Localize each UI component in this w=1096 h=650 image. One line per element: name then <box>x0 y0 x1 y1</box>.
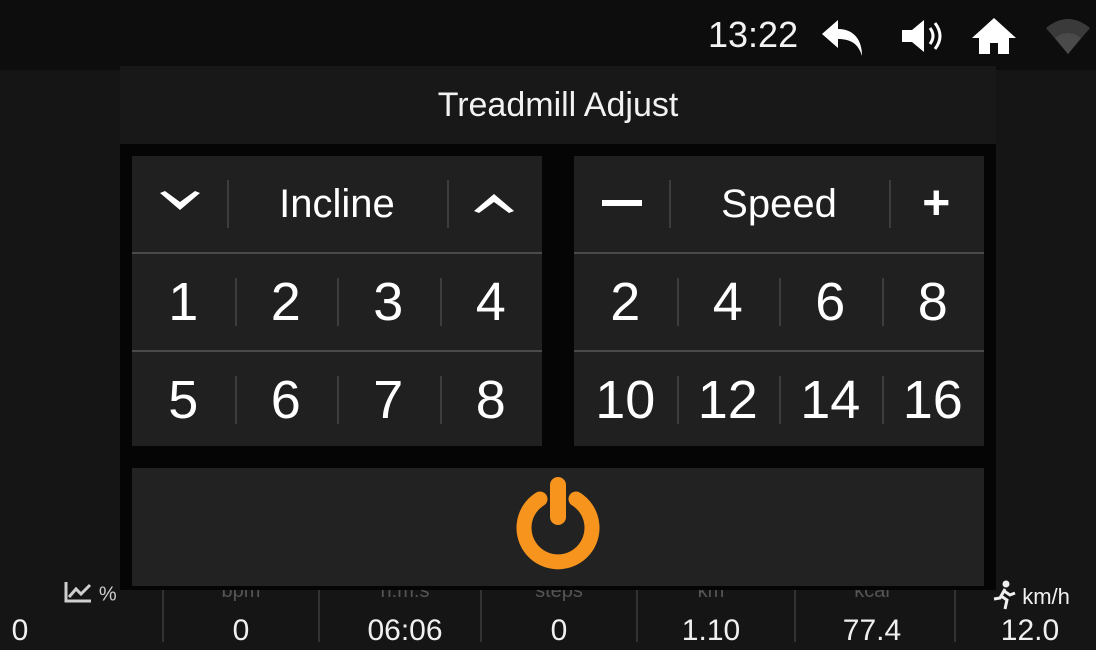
incline-preset-button[interactable]: 1 <box>132 254 235 350</box>
dialog-header: Treadmill Adjust <box>120 66 996 144</box>
chevron-down-icon <box>157 188 203 221</box>
plus-icon: + <box>922 177 951 230</box>
speed-preset-button[interactable]: 2 <box>574 254 677 350</box>
speed-preset-value: 2 <box>610 272 641 332</box>
incline-label-cell: Incline <box>227 156 446 252</box>
volume-icon[interactable] <box>900 16 948 56</box>
minus-icon <box>601 195 642 213</box>
incline-label: Incline <box>279 181 395 226</box>
stat-heart-rate-value: 0 <box>232 614 250 647</box>
incline-panel: Incline 1 2 3 4 5 6 7 8 <box>132 156 542 446</box>
speed-preset-value: 16 <box>902 370 963 430</box>
stat-distance-value: 1.10 <box>681 614 741 647</box>
speed-preset-value: 8 <box>917 272 948 332</box>
incline-preset-button[interactable]: 7 <box>337 352 440 448</box>
incline-preset-value: 1 <box>168 272 199 332</box>
incline-preset-value: 6 <box>270 370 301 430</box>
speed-preset-button[interactable]: 4 <box>676 254 780 350</box>
speed-panel: Speed + 2 4 6 8 10 12 14 16 <box>574 156 984 446</box>
wifi-icon <box>1044 16 1092 56</box>
stat-steps-value: 0 <box>550 614 568 647</box>
status-bar: 13:22 <box>0 0 1096 70</box>
dialog-title: Treadmill Adjust <box>437 86 679 124</box>
speed-preset-value: 4 <box>712 272 743 332</box>
stat-calories-value: 77.4 <box>842 614 902 647</box>
incline-preset-button[interactable]: 8 <box>439 352 543 448</box>
speed-label-cell: Speed <box>669 156 888 252</box>
incline-preset-value: 2 <box>270 272 301 332</box>
speed-row-1: 2 4 6 8 <box>574 254 984 350</box>
incline-preset-value: 3 <box>373 272 404 332</box>
speed-preset-button[interactable]: 6 <box>779 254 882 350</box>
incline-preset-value: 4 <box>475 272 506 332</box>
incline-row-1: 1 2 3 4 <box>132 254 542 350</box>
power-icon <box>512 473 604 582</box>
speed-label: Speed <box>721 181 837 226</box>
incline-preset-button[interactable]: 2 <box>234 254 338 350</box>
speed-preset-button[interactable]: 10 <box>574 352 677 448</box>
speed-preset-value: 12 <box>697 370 758 430</box>
incline-preset-value: 8 <box>475 370 506 430</box>
speed-header-row: Speed + <box>574 156 984 252</box>
treadmill-adjust-dialog: Treadmill Adjust Incline 1 2 3 4 5 6 7 8… <box>120 66 996 590</box>
incline-preset-button[interactable]: 3 <box>337 254 440 350</box>
speed-preset-value: 6 <box>815 272 846 332</box>
back-arrow-icon[interactable] <box>818 16 870 62</box>
graph-icon <box>63 580 93 610</box>
incline-down-button[interactable] <box>132 156 227 252</box>
stat-incline-value: 0 <box>11 614 29 647</box>
incline-row-2: 5 6 7 8 <box>132 352 542 448</box>
incline-up-button[interactable] <box>446 156 542 252</box>
incline-preset-value: 5 <box>168 370 199 430</box>
speed-row-2: 10 12 14 16 <box>574 352 984 448</box>
incline-preset-button[interactable]: 6 <box>234 352 338 448</box>
incline-header-row: Incline <box>132 156 542 252</box>
speed-preset-value: 10 <box>595 370 656 430</box>
speed-preset-button[interactable]: 12 <box>676 352 780 448</box>
power-button[interactable] <box>132 468 984 586</box>
chevron-up-icon <box>471 188 517 221</box>
clock-time: 13:22 <box>708 14 799 55</box>
incline-preset-button[interactable]: 5 <box>132 352 235 448</box>
speed-increase-button[interactable]: + <box>888 156 984 252</box>
stat-speed-value: 12.0 <box>1000 614 1060 647</box>
speed-preset-button[interactable]: 14 <box>779 352 882 448</box>
incline-preset-value: 7 <box>373 370 404 430</box>
home-icon[interactable] <box>970 16 1018 56</box>
speed-decrease-button[interactable] <box>574 156 669 252</box>
speed-preset-value: 14 <box>800 370 861 430</box>
incline-preset-button[interactable]: 4 <box>439 254 543 350</box>
stat-time-value: 06:06 <box>367 614 443 647</box>
speed-preset-button[interactable]: 16 <box>881 352 985 448</box>
speed-preset-button[interactable]: 8 <box>881 254 985 350</box>
